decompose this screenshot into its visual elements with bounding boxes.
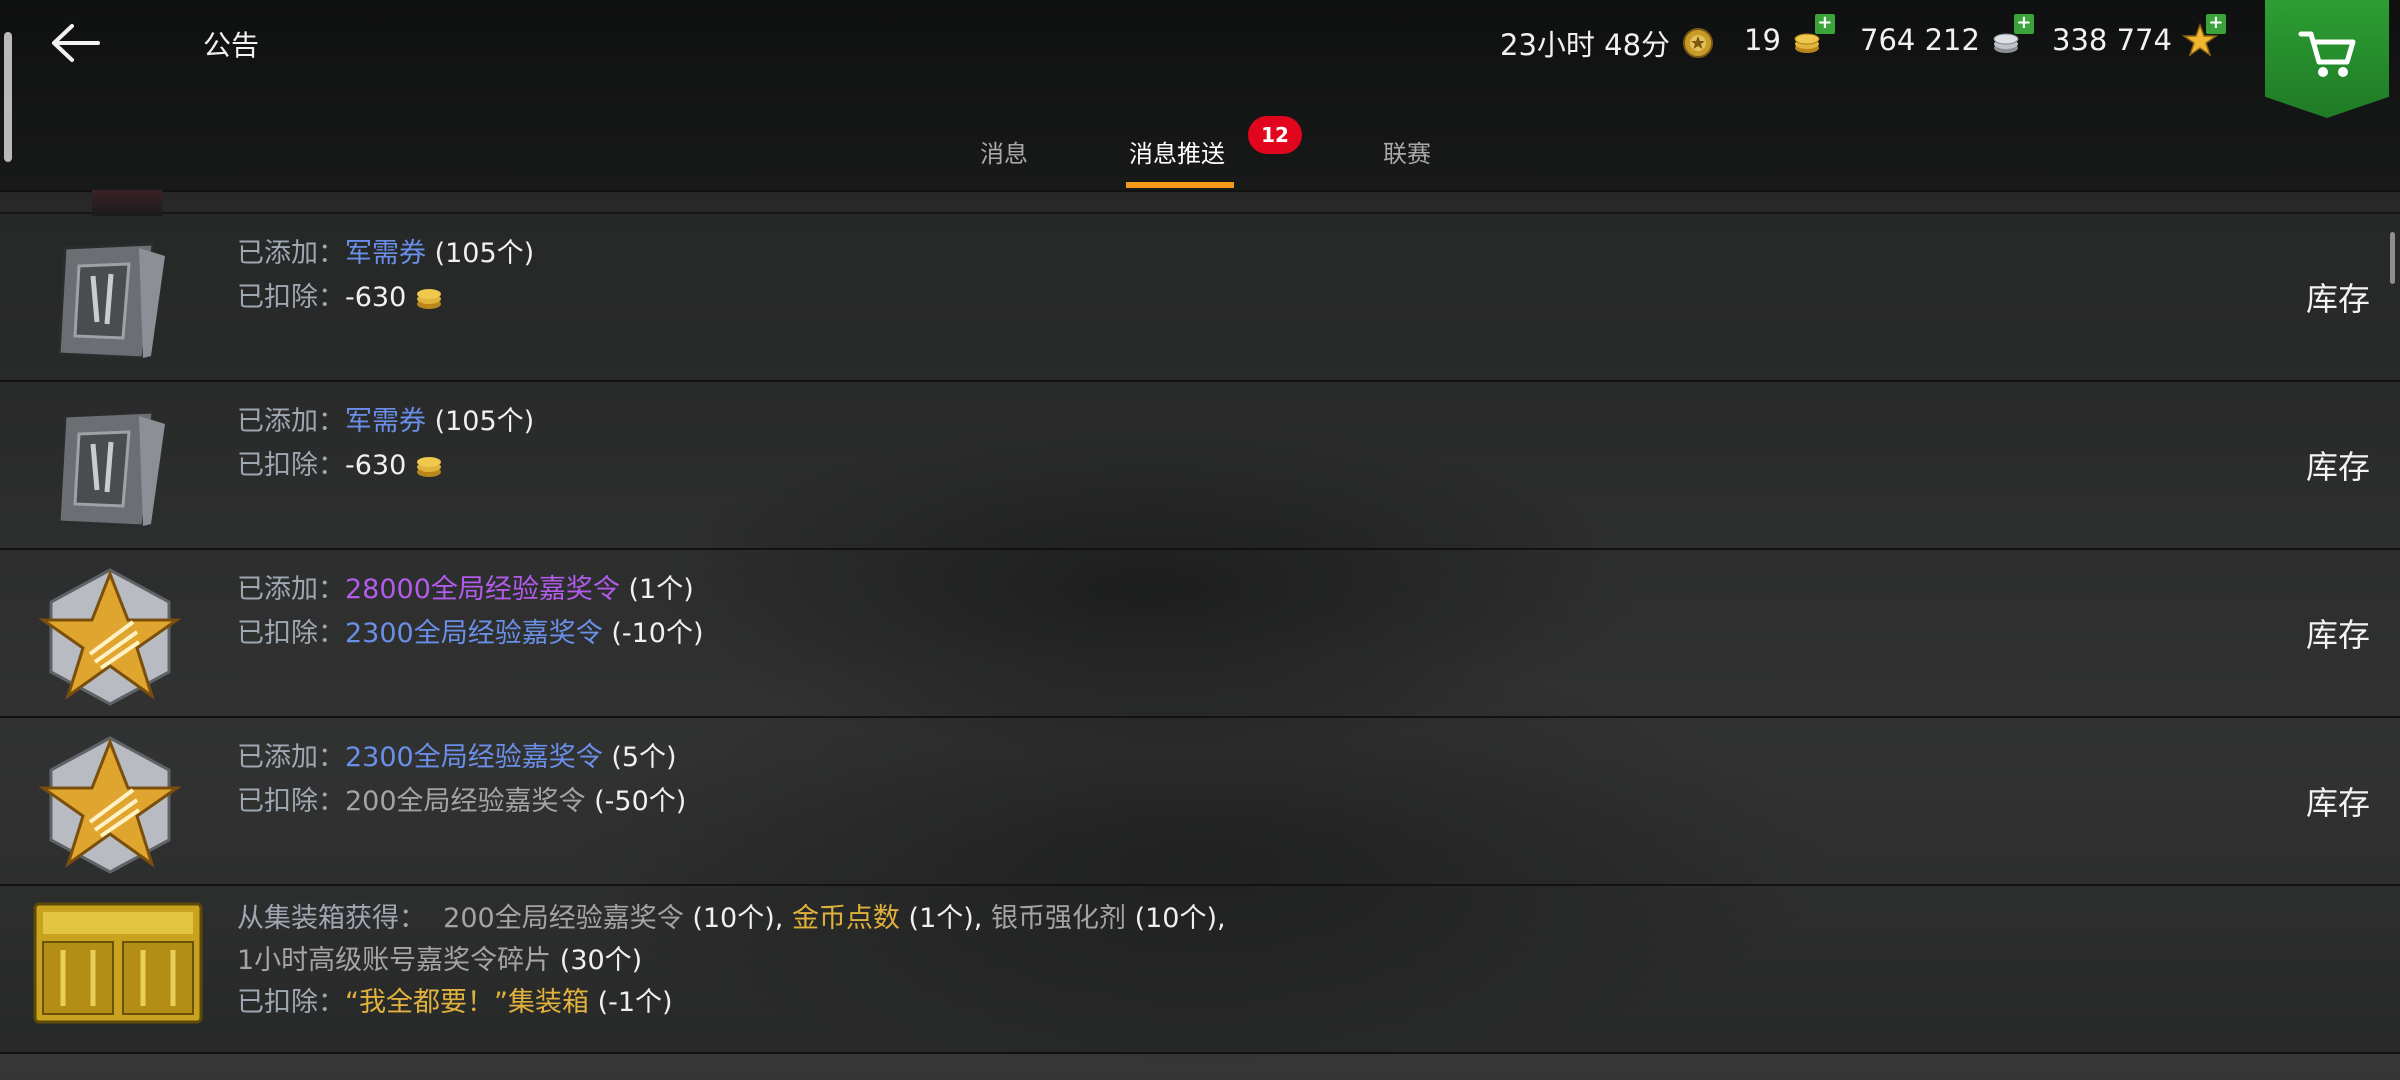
xp-star-icon bbox=[35, 562, 185, 712]
reward-item-link[interactable]: 银币强化剂 bbox=[991, 903, 1126, 934]
list-item: 已添加：2300全局经验嘉奖令 (5个) 已扣除：200全局经验嘉奖令 (-50… bbox=[0, 718, 2400, 886]
list-item: 已添加：军需券 (105个) 已扣除：-630 库存 bbox=[0, 214, 2400, 382]
list-item: 从集装箱获得： 200全局经验嘉奖令 (10个), 金币点数 (1个), 银币强… bbox=[0, 886, 2400, 1054]
added-label: 已添加： bbox=[237, 574, 345, 605]
shop-button[interactable] bbox=[2265, 0, 2389, 118]
unread-count-badge: 12 bbox=[1248, 116, 1302, 154]
silver-coins-icon: + bbox=[1990, 14, 2034, 58]
shopping-cart-icon bbox=[2298, 31, 2356, 77]
separator: , bbox=[774, 903, 784, 934]
deducted-label: 已扣除： bbox=[237, 618, 345, 649]
added-item-link[interactable]: 28000全局经验嘉奖令 bbox=[345, 574, 620, 605]
deducted-label: 已扣除： bbox=[237, 282, 345, 313]
xp-star-icon bbox=[35, 730, 185, 880]
arrow-left-icon bbox=[52, 24, 100, 62]
list-item-partial bbox=[0, 190, 2400, 216]
reward-qty: (10个) bbox=[1134, 903, 1217, 934]
list-item: 已添加：28000全局经验嘉奖令 (1个) 已扣除：2300全局经验嘉奖令 (-… bbox=[0, 550, 2400, 718]
gold-coin-icon bbox=[414, 282, 444, 326]
premium-timer-text: 23小时 48分 bbox=[1500, 28, 1671, 62]
add-xp-icon[interactable]: + bbox=[2205, 14, 2226, 34]
free-xp-amount: 338 774 bbox=[2052, 23, 2172, 57]
reward-qty: (1个) bbox=[908, 903, 974, 934]
deducted-value: -630 bbox=[345, 450, 407, 481]
gold-amount: 19 bbox=[1744, 23, 1781, 57]
inventory-button[interactable]: 库存 bbox=[2306, 274, 2370, 320]
added-qty: (105个) bbox=[434, 238, 535, 269]
gold-coins-icon: + bbox=[1791, 14, 1835, 58]
reward-qty: (30个) bbox=[559, 945, 643, 976]
added-qty: (1个) bbox=[628, 574, 694, 605]
silver-balance[interactable]: 764 212 + bbox=[1860, 14, 2034, 58]
added-item-link[interactable]: 军需券 bbox=[345, 238, 426, 269]
deducted-item-link[interactable]: 2300全局经验嘉奖令 bbox=[345, 618, 603, 649]
deducted-item-link[interactable]: “我全都要！”集装箱 bbox=[345, 987, 589, 1018]
premium-badge-icon bbox=[1680, 25, 1716, 61]
reward-qty: (10个) bbox=[692, 903, 775, 934]
ticket-icon bbox=[35, 394, 185, 544]
reward-item-link[interactable]: 金币点数 bbox=[792, 903, 900, 934]
crate-icon bbox=[33, 902, 203, 1024]
deducted-label: 已扣除： bbox=[237, 450, 345, 481]
added-item-link[interactable]: 2300全局经验嘉奖令 bbox=[345, 742, 603, 773]
inventory-button[interactable]: 库存 bbox=[2306, 610, 2370, 656]
gold-coin-icon bbox=[414, 450, 444, 494]
added-label: 已添加： bbox=[237, 238, 345, 269]
active-tab-indicator bbox=[1126, 182, 1234, 188]
message-list[interactable]: 已添加：军需券 (105个) 已扣除：-630 库存 已添加：军需券 (105个… bbox=[0, 190, 2400, 1080]
ticket-icon bbox=[35, 226, 185, 376]
add-gold-icon[interactable]: + bbox=[1814, 14, 1835, 34]
item-icon bbox=[92, 190, 162, 216]
deducted-qty: (-1个) bbox=[597, 987, 673, 1018]
free-xp-balance[interactable]: 338 774 + bbox=[2052, 14, 2226, 58]
deducted-label: 已扣除： bbox=[237, 786, 345, 817]
list-scrollbar[interactable] bbox=[2390, 232, 2395, 284]
separator: , bbox=[1217, 903, 1226, 934]
tab-push-messages[interactable]: 消息推送 bbox=[1129, 134, 1225, 169]
inventory-button[interactable]: 库存 bbox=[2306, 778, 2370, 824]
add-silver-icon[interactable]: + bbox=[2013, 14, 2034, 34]
star-xp-icon: + bbox=[2181, 14, 2226, 58]
tab-messages[interactable]: 消息 bbox=[980, 134, 1028, 169]
added-label: 已添加： bbox=[237, 742, 345, 773]
reward-item-link[interactable]: 1小时高级账号嘉奖令碎片 bbox=[237, 945, 551, 976]
deducted-label: 已扣除： bbox=[237, 987, 345, 1018]
deducted-item-link[interactable]: 200全局经验嘉奖令 bbox=[345, 786, 586, 817]
obtained-label: 从集装箱获得： bbox=[237, 903, 426, 934]
side-handle[interactable] bbox=[4, 32, 12, 162]
added-item-link[interactable]: 军需券 bbox=[345, 406, 426, 437]
back-button[interactable] bbox=[48, 18, 104, 68]
deducted-qty: (-10个) bbox=[611, 618, 704, 649]
added-qty: (5个) bbox=[611, 742, 677, 773]
tab-league[interactable]: 联赛 bbox=[1383, 134, 1431, 169]
silver-amount: 764 212 bbox=[1860, 23, 1980, 57]
page-title: 公告 bbox=[203, 29, 260, 62]
list-item: 已添加：军需券 (105个) 已扣除：-630 库存 bbox=[0, 382, 2400, 550]
reward-item-link[interactable]: 200全局经验嘉奖令 bbox=[443, 903, 684, 934]
added-qty: (105个) bbox=[434, 406, 535, 437]
premium-timer[interactable]: 23小时 48分 bbox=[1500, 22, 1716, 64]
deducted-qty: (-50个) bbox=[594, 786, 687, 817]
gold-balance[interactable]: 19 + bbox=[1744, 14, 1835, 58]
added-label: 已添加： bbox=[237, 406, 345, 437]
inventory-button[interactable]: 库存 bbox=[2306, 442, 2370, 488]
deducted-value: -630 bbox=[345, 282, 407, 313]
separator: , bbox=[973, 903, 983, 934]
top-bar: 公告 23小时 48分 19 + 764 212 + 338 774 + 消息 … bbox=[0, 0, 2400, 192]
